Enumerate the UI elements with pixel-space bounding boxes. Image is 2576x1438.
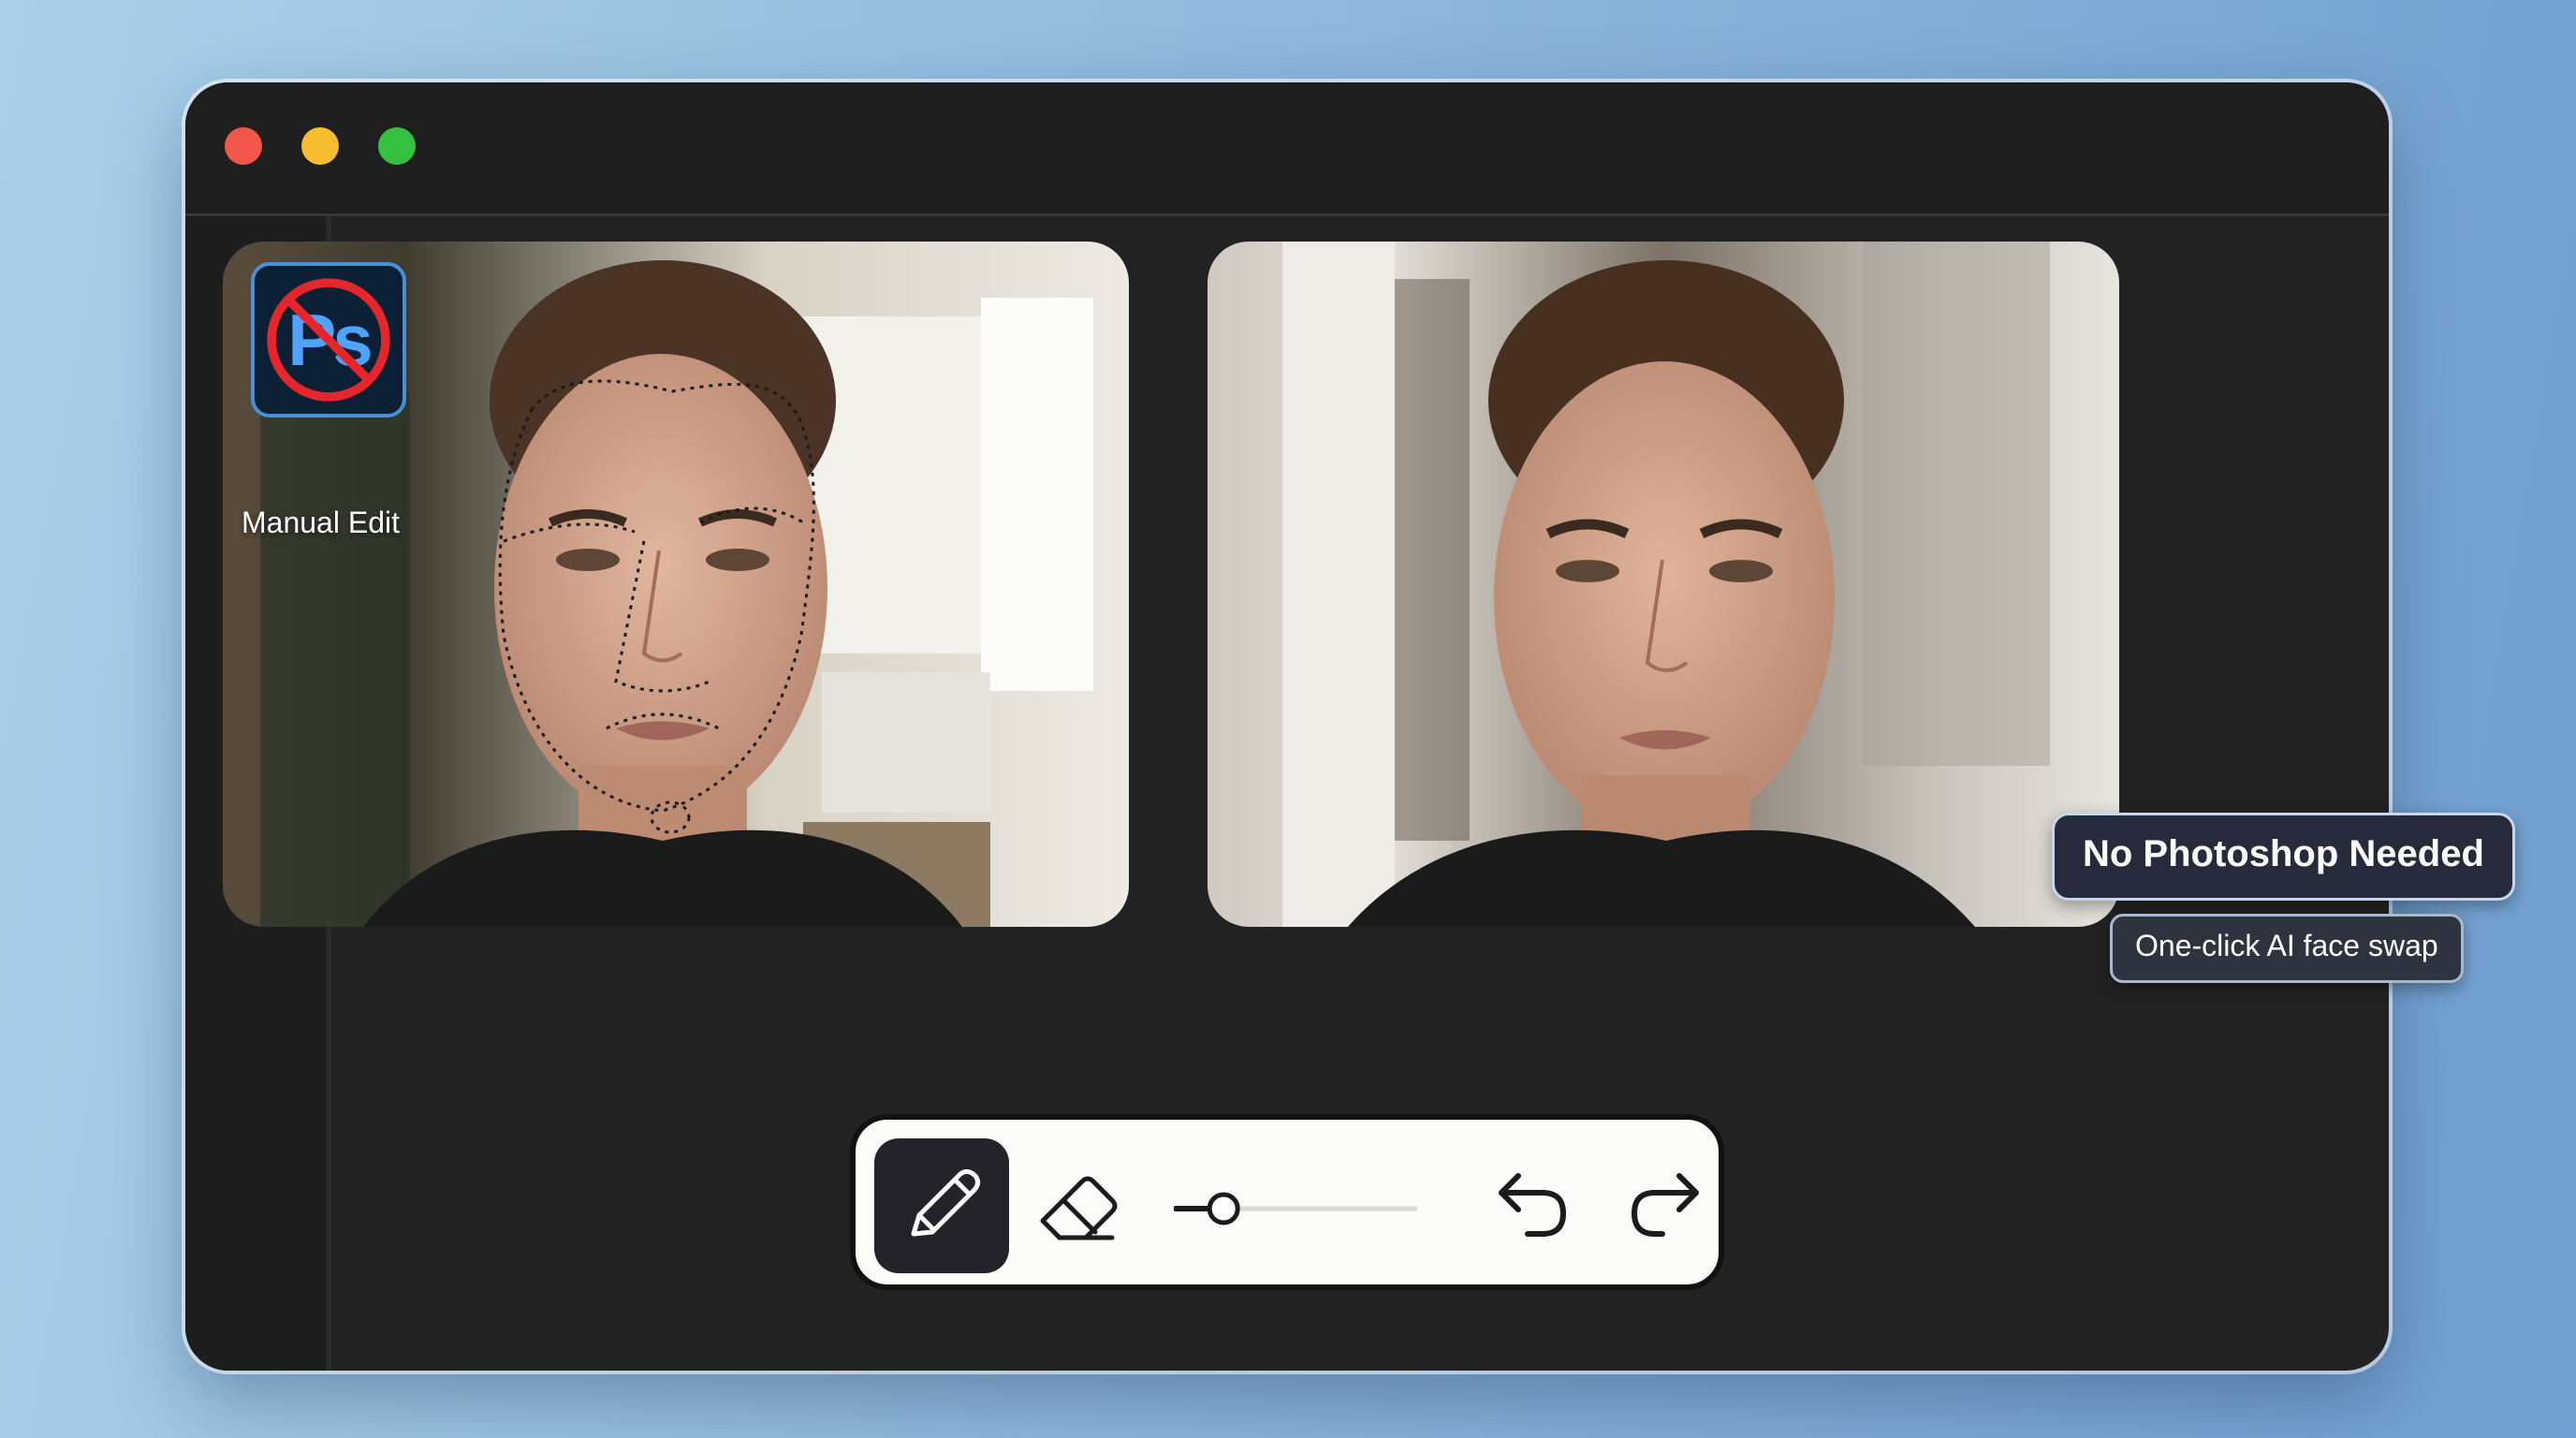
manual-edit-label: Manual Edit xyxy=(242,506,400,539)
title-bar xyxy=(185,82,2389,216)
no-photoshop-needed-badge: No Photoshop Needed xyxy=(2052,813,2515,901)
pencil-tool-button[interactable] xyxy=(874,1138,1009,1273)
after-photo-panel xyxy=(1208,242,2119,927)
one-click-face-swap-badge: One-click AI face swap xyxy=(2110,914,2464,983)
minimize-window-button[interactable] xyxy=(301,127,339,165)
undo-button[interactable] xyxy=(1464,1138,1599,1273)
photoshop-banned-badge: Ps xyxy=(251,262,406,418)
close-window-button[interactable] xyxy=(225,127,262,165)
slider-knob[interactable] xyxy=(1207,1192,1240,1225)
after-photo-image xyxy=(1208,242,2119,927)
undo-icon xyxy=(1499,1173,1566,1237)
maximize-window-button[interactable] xyxy=(378,127,416,165)
redo-icon xyxy=(1632,1173,1699,1237)
redo-button[interactable] xyxy=(1599,1138,1734,1273)
prohibited-icon xyxy=(267,278,390,402)
pencil-icon xyxy=(911,1168,981,1237)
eraser-icon xyxy=(1040,1176,1118,1240)
brush-size-slider[interactable] xyxy=(1173,1185,1418,1232)
editing-toolbar xyxy=(850,1114,1724,1290)
eraser-tool-button[interactable] xyxy=(1007,1138,1142,1273)
